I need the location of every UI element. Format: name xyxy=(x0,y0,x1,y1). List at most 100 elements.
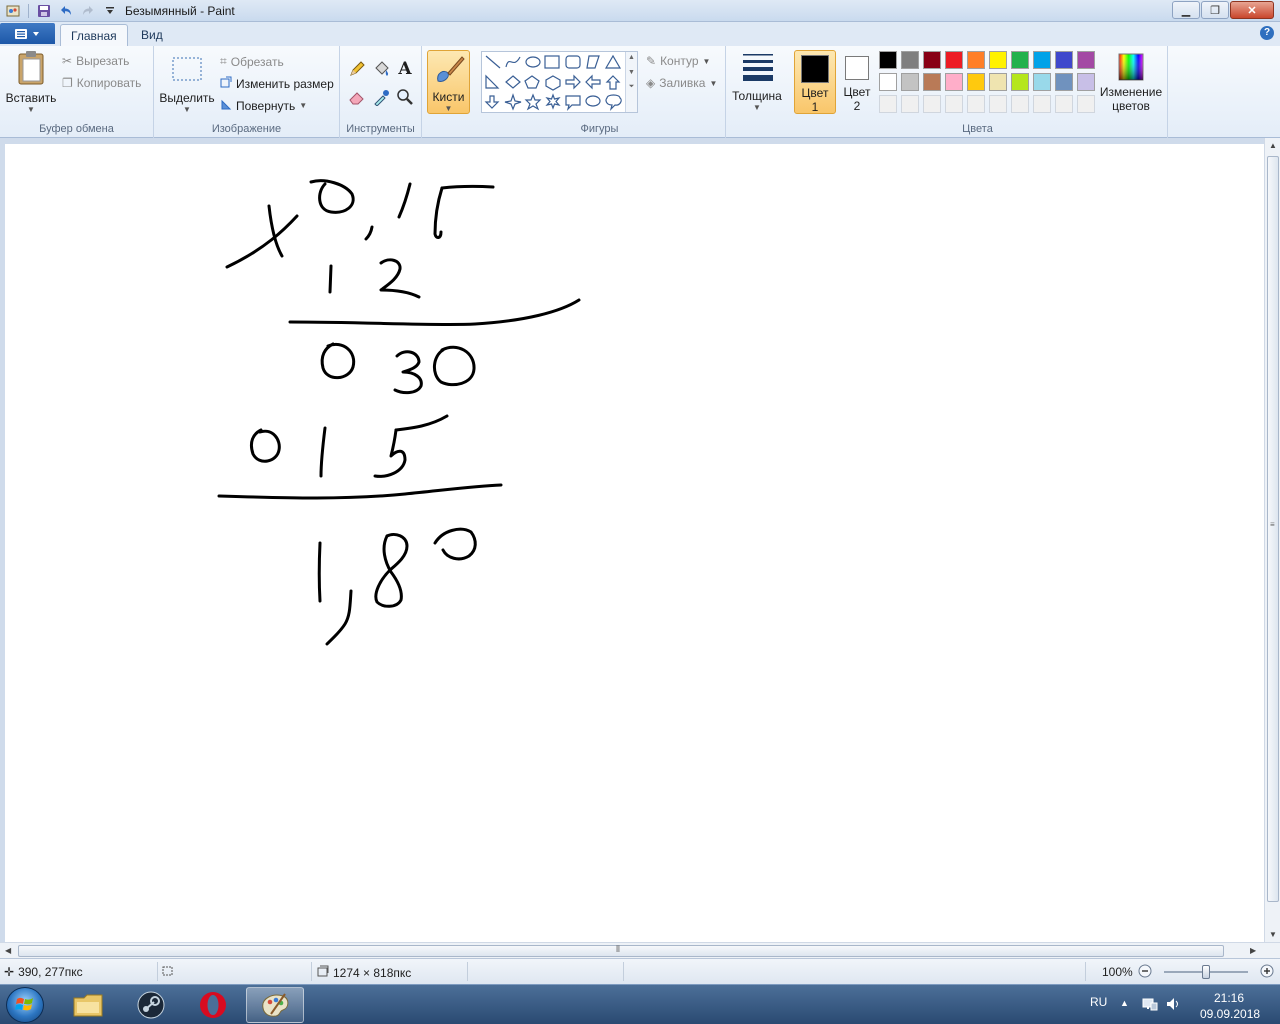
palette-swatch[interactable] xyxy=(923,51,941,69)
palette-swatch[interactable] xyxy=(901,51,919,69)
palette-swatch[interactable] xyxy=(1077,73,1095,91)
vertical-scrollbar[interactable]: ▲ ≡ ▼ xyxy=(1264,138,1280,942)
show-hidden-icons[interactable]: ▲ xyxy=(1120,998,1129,1008)
paste-button[interactable]: Вставить ▼ xyxy=(5,50,57,114)
scroll-down-icon[interactable]: ▼ xyxy=(1269,930,1277,939)
palette-swatch[interactable] xyxy=(967,73,985,91)
palette-swatch[interactable] xyxy=(1011,95,1029,113)
cursor-position: ✛ 390, 277пкс xyxy=(4,965,83,979)
palette-swatch[interactable] xyxy=(945,73,963,91)
outline-button[interactable]: ✎ Контур ▼ xyxy=(646,54,710,68)
rotate-button[interactable]: Повернуть ▼ xyxy=(220,98,307,113)
opera-taskbar-button[interactable] xyxy=(184,987,242,1023)
rotate-label: Повернуть xyxy=(236,98,296,113)
fill-button[interactable]: ◈ Заливка ▼ xyxy=(646,76,717,90)
color2-button[interactable]: Цвет 2 xyxy=(836,50,878,114)
explorer-taskbar-button[interactable] xyxy=(60,987,118,1023)
close-button[interactable]: ✕ xyxy=(1230,1,1274,19)
scroll-up-icon[interactable]: ▲ xyxy=(1269,141,1277,150)
palette-swatch[interactable] xyxy=(923,95,941,113)
palette-swatch[interactable] xyxy=(879,51,897,69)
selection-size xyxy=(162,965,174,980)
redo-icon[interactable] xyxy=(79,3,97,19)
palette-swatch[interactable] xyxy=(1055,51,1073,69)
palette-swatch[interactable] xyxy=(989,95,1007,113)
maximize-button[interactable]: ❐ xyxy=(1201,1,1229,19)
paint-app-icon[interactable] xyxy=(4,3,22,19)
zoom-slider-thumb[interactable] xyxy=(1202,965,1210,979)
gallery-expand-icon[interactable]: ⏷ xyxy=(626,83,637,91)
palette-swatch[interactable] xyxy=(967,95,985,113)
tab-home[interactable]: Главная xyxy=(60,24,128,46)
edit-colors-label-1: Изменение xyxy=(1099,85,1163,99)
fill-dropdown-icon: ▼ xyxy=(709,78,718,88)
customize-qat-icon[interactable] xyxy=(101,3,119,19)
shapes-gallery-scroll[interactable]: ▲ ▼ ⏷ xyxy=(625,52,637,112)
palette-swatch[interactable] xyxy=(989,51,1007,69)
select-button[interactable]: Выделить ▼ xyxy=(159,50,215,114)
palette-swatch[interactable] xyxy=(945,51,963,69)
palette-swatch[interactable] xyxy=(1077,51,1095,69)
size-button[interactable]: Толщина ▼ xyxy=(730,50,784,112)
palette-swatch[interactable] xyxy=(1033,95,1051,113)
pencil-icon[interactable] xyxy=(347,59,367,79)
steam-taskbar-button[interactable] xyxy=(122,987,180,1023)
paint-taskbar-button[interactable] xyxy=(246,987,304,1023)
palette-swatch[interactable] xyxy=(945,95,963,113)
fill-bucket-icon[interactable] xyxy=(371,59,391,79)
copy-button[interactable]: ❐ Копировать xyxy=(62,76,141,90)
horizontal-scroll-thumb[interactable] xyxy=(18,945,1224,957)
volume-icon[interactable] xyxy=(1165,997,1181,1014)
paint-menu-button[interactable] xyxy=(0,23,55,44)
gallery-down-icon[interactable]: ▼ xyxy=(626,69,637,76)
palette-swatch[interactable] xyxy=(1055,73,1073,91)
shapes-gallery: ▲ ▼ ⏷ xyxy=(481,51,638,113)
palette-swatch[interactable] xyxy=(1033,73,1051,91)
clock-date[interactable]: 09.09.2018 xyxy=(1200,1007,1260,1021)
horizontal-scrollbar[interactable]: ◀ ⦀ ▶ xyxy=(0,942,1280,958)
text-tool-icon[interactable]: A xyxy=(395,59,415,79)
tab-view[interactable]: Вид xyxy=(131,24,173,46)
zoom-out-button[interactable] xyxy=(1138,964,1152,978)
color1-button[interactable]: Цвет 1 xyxy=(794,50,836,114)
zoom-slider[interactable] xyxy=(1164,965,1248,979)
palette-swatch[interactable] xyxy=(967,51,985,69)
language-indicator[interactable]: RU xyxy=(1090,995,1107,1009)
network-icon[interactable] xyxy=(1142,997,1158,1014)
palette-swatch[interactable] xyxy=(1033,51,1051,69)
start-button[interactable] xyxy=(6,987,44,1023)
magnifier-icon[interactable] xyxy=(395,87,415,107)
palette-swatch[interactable] xyxy=(1077,95,1095,113)
palette-swatch[interactable] xyxy=(989,73,1007,91)
palette-swatch[interactable] xyxy=(879,95,897,113)
palette-swatch[interactable] xyxy=(879,73,897,91)
help-icon[interactable]: ? xyxy=(1260,26,1274,40)
crop-button[interactable]: ⌗ Обрезать xyxy=(220,54,284,69)
vertical-scroll-thumb[interactable] xyxy=(1267,156,1279,902)
scroll-right-icon[interactable]: ▶ xyxy=(1250,946,1256,955)
minimize-button[interactable]: ▁ xyxy=(1172,1,1200,19)
gallery-up-icon[interactable]: ▲ xyxy=(626,54,637,61)
brushes-button[interactable]: Кисти ▼ xyxy=(427,50,470,114)
cut-button[interactable]: ✂ Вырезать xyxy=(62,54,129,68)
shapes-gallery-icons[interactable] xyxy=(482,52,627,112)
clock-time[interactable]: 21:16 xyxy=(1214,991,1244,1005)
eraser-icon[interactable] xyxy=(347,87,367,107)
fill-icon: ◈ xyxy=(646,76,656,90)
palette-swatch[interactable] xyxy=(901,73,919,91)
save-icon[interactable] xyxy=(35,3,53,19)
resize-button[interactable]: Изменить размер xyxy=(220,76,334,91)
palette-swatch[interactable] xyxy=(901,95,919,113)
palette-swatch[interactable] xyxy=(923,73,941,91)
zoom-in-button[interactable] xyxy=(1260,964,1274,978)
palette-swatch[interactable] xyxy=(1055,95,1073,113)
clipboard-icon xyxy=(18,51,44,85)
color-picker-icon[interactable] xyxy=(371,87,391,107)
undo-icon[interactable] xyxy=(57,3,75,19)
palette-swatch[interactable] xyxy=(1011,51,1029,69)
palette-swatch[interactable] xyxy=(1011,73,1029,91)
edit-colors-button[interactable]: Изменение цветов xyxy=(1098,50,1164,113)
scroll-left-icon[interactable]: ◀ xyxy=(5,946,11,955)
drawing-canvas[interactable] xyxy=(5,144,1264,942)
paste-dropdown-icon: ▼ xyxy=(27,105,35,114)
